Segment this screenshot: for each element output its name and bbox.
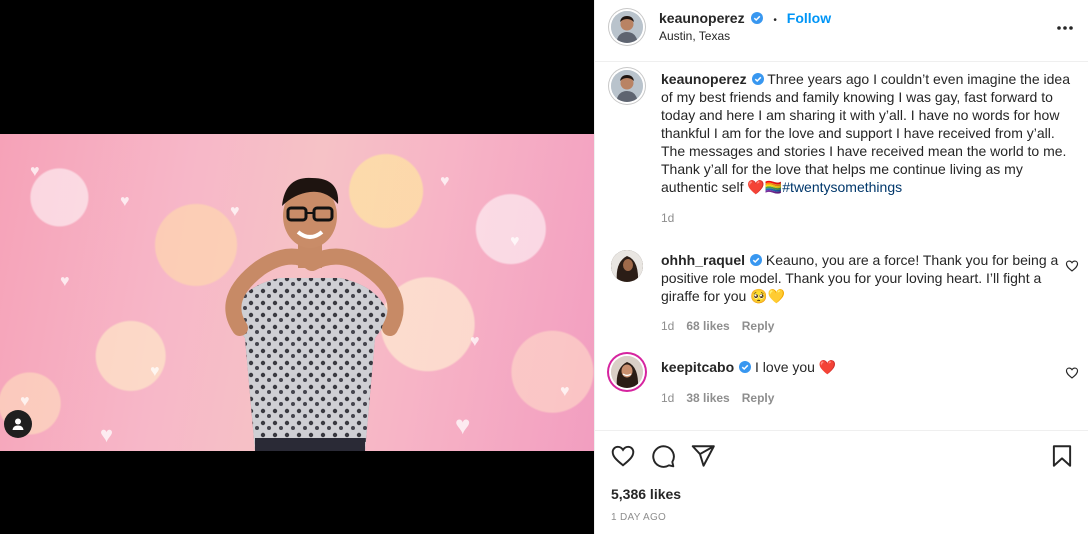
heart-decoration: ♥ xyxy=(20,393,30,410)
heart-decoration: ♥ xyxy=(560,383,570,400)
heart-decoration: ♥ xyxy=(510,233,520,250)
caption-text: keaunoperez Three years ago I couldn’t e… xyxy=(661,70,1081,196)
heart-decoration: ♥ xyxy=(100,422,114,447)
likes-count[interactable]: 5,386 likes xyxy=(611,486,681,502)
comment-time[interactable]: 1d xyxy=(661,391,674,405)
post-actions: 5,386 likes 1 DAY AGO xyxy=(595,430,1088,534)
header-user-line: keaunoperez • Follow xyxy=(659,10,831,26)
avatar[interactable] xyxy=(611,70,643,102)
comments-section[interactable]: keaunoperez Three years ago I couldn’t e… xyxy=(595,62,1088,430)
location-link[interactable]: Austin, Texas xyxy=(659,29,730,43)
bookmark-icon[interactable] xyxy=(1049,443,1075,469)
post-header: keaunoperez • Follow Austin, Texas xyxy=(595,0,1088,62)
comment-meta: 1d 38 likes Reply xyxy=(661,391,774,405)
comment-text: keepitcabo I love you ❤️ xyxy=(661,358,1081,376)
heart-decoration: ♥ xyxy=(30,163,40,180)
person-figure xyxy=(225,177,404,451)
caption-meta: 1d xyxy=(661,211,674,225)
share-icon[interactable] xyxy=(690,443,716,469)
caption-emoji: ❤️🏳️‍🌈 xyxy=(747,179,783,195)
verified-badge-icon xyxy=(751,12,764,24)
comment-meta: 1d 68 likes Reply xyxy=(661,319,774,333)
comment-like-icon[interactable] xyxy=(1065,366,1079,380)
caption-body: Three years ago I couldn’t even imagine … xyxy=(661,71,1070,195)
comment-likes[interactable]: 68 likes xyxy=(686,319,729,333)
reply-button[interactable]: Reply xyxy=(742,319,775,333)
reply-button[interactable]: Reply xyxy=(742,391,775,405)
caption-time[interactable]: 1d xyxy=(661,211,674,225)
post-timestamp: 1 DAY AGO xyxy=(611,512,667,523)
caption-username[interactable]: keaunoperez xyxy=(661,71,747,87)
heart-icon[interactable] xyxy=(610,443,636,469)
post-dialog: ♥ ♥ ♥ ♥ ♥ ♥ ♥ ♥ ♥ ♥ ♥ ♥ ♥ xyxy=(0,0,1088,534)
comment-username[interactable]: keepitcabo xyxy=(661,359,734,375)
comment-likes[interactable]: 38 likes xyxy=(686,391,729,405)
avatar[interactable] xyxy=(611,356,643,388)
comment-body: I love you ❤️ xyxy=(755,359,837,375)
hashtag-link[interactable]: #twentysomethings xyxy=(782,179,902,195)
heart-decoration: ♥ xyxy=(455,410,471,440)
author-username[interactable]: keaunoperez xyxy=(659,10,745,26)
comment-text: ohhh_raquel Keauno, you are a force! Tha… xyxy=(661,251,1081,305)
post-sidebar: keaunoperez • Follow Austin, Texas keaun… xyxy=(594,0,1088,534)
heart-decoration: ♥ xyxy=(150,363,160,380)
user-tag-icon[interactable] xyxy=(4,410,32,438)
comment-username[interactable]: ohhh_raquel xyxy=(661,252,745,268)
avatar[interactable] xyxy=(611,11,643,43)
heart-decoration: ♥ xyxy=(440,173,450,190)
avatar[interactable] xyxy=(611,250,643,282)
follow-button[interactable]: Follow xyxy=(787,10,831,26)
heart-decoration: ♥ xyxy=(120,193,130,210)
heart-decoration: ♥ xyxy=(470,333,480,350)
verified-badge-icon xyxy=(739,361,752,373)
more-options-icon[interactable] xyxy=(1055,18,1075,38)
comment-icon[interactable] xyxy=(650,443,676,469)
verified-badge-icon xyxy=(750,254,763,266)
post-media[interactable]: ♥ ♥ ♥ ♥ ♥ ♥ ♥ ♥ ♥ ♥ ♥ ♥ ♥ xyxy=(0,0,594,534)
verified-badge-icon xyxy=(751,73,764,85)
separator-dot: • xyxy=(773,15,777,26)
comment-like-icon[interactable] xyxy=(1065,259,1079,273)
post-photo[interactable]: ♥ ♥ ♥ ♥ ♥ ♥ ♥ ♥ ♥ ♥ ♥ ♥ ♥ xyxy=(0,134,594,451)
comment-time[interactable]: 1d xyxy=(661,319,674,333)
heart-decoration: ♥ xyxy=(60,273,70,290)
